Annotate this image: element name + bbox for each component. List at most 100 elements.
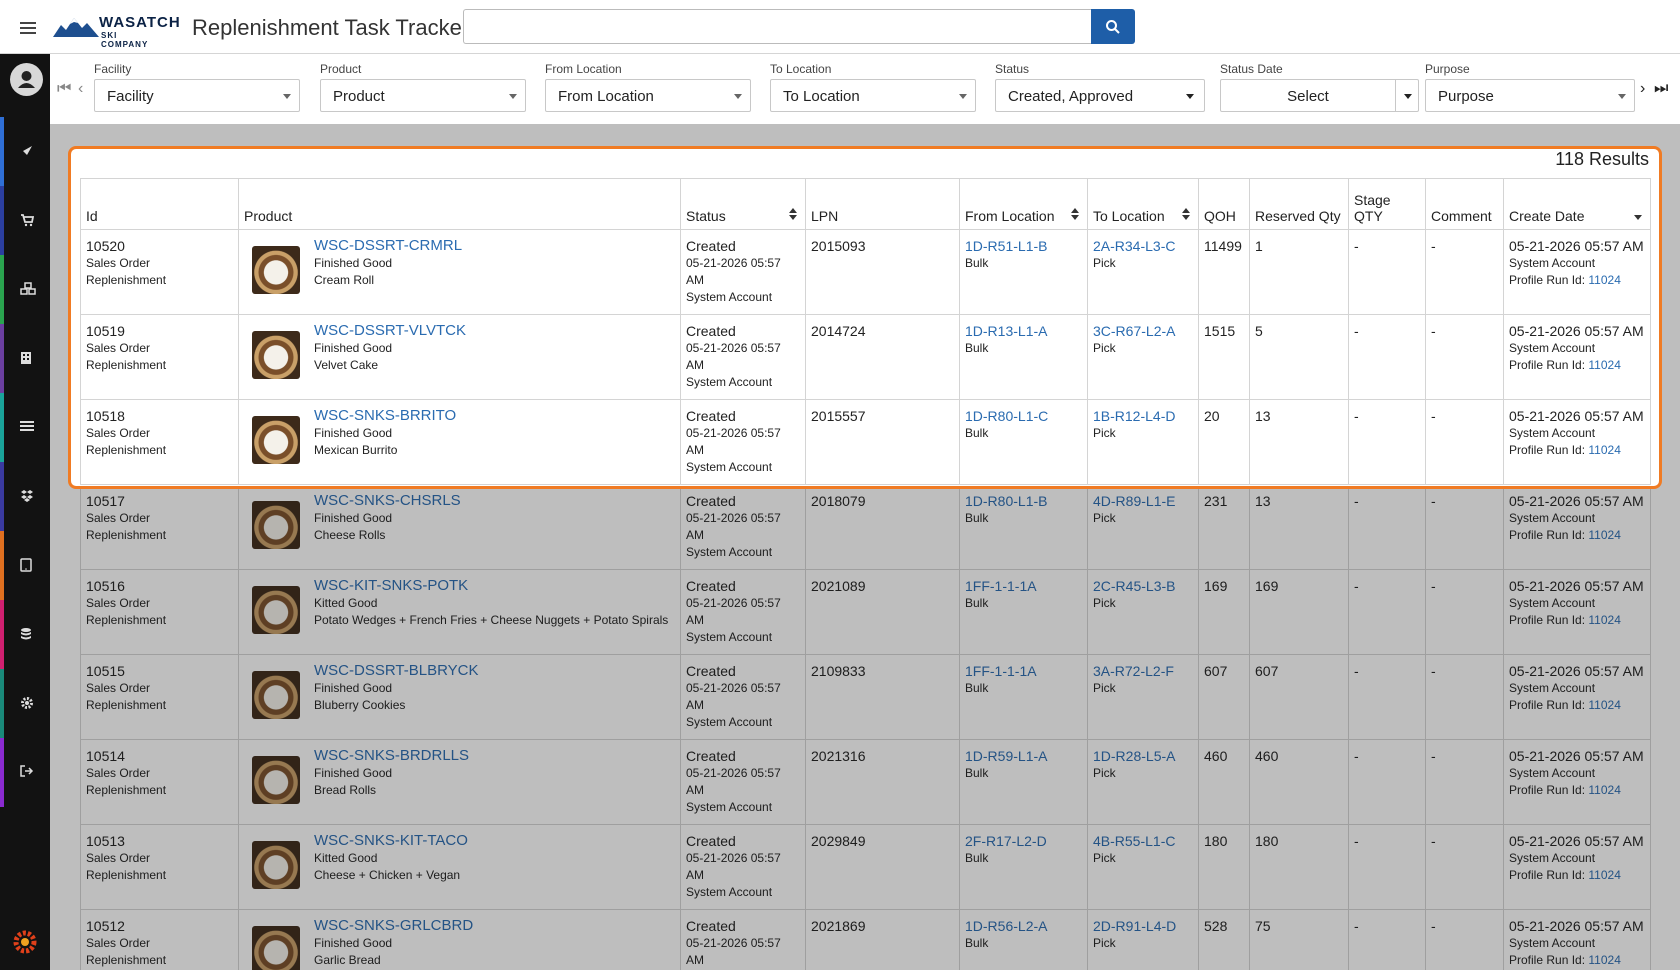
product-name: Cheese Rolls	[314, 528, 386, 542]
search-input[interactable]	[463, 9, 1092, 44]
column-header-id[interactable]: Id	[80, 178, 239, 230]
column-header-lpn[interactable]: LPN	[805, 178, 960, 230]
product-sku-link[interactable]: WSC-SNKS-KIT-TACO	[314, 832, 675, 850]
profile-run-link[interactable]: 11024	[1588, 783, 1620, 797]
to-location-link[interactable]: 3A-R72-L2-F	[1093, 662, 1193, 680]
product-sku-link[interactable]: WSC-DSSRT-BLBRYCK	[314, 662, 675, 680]
from-location-link[interactable]: 1D-R13-L1-A	[965, 322, 1082, 340]
product-sku-link[interactable]: WSC-SNKS-GRLCBRD	[314, 917, 675, 935]
product-sku-link[interactable]: WSC-SNKS-BRRITO	[314, 407, 675, 425]
sidebar-item-settings[interactable]	[0, 669, 50, 738]
from-location-link[interactable]: 1D-R59-L1-A	[965, 747, 1082, 765]
to-location-link[interactable]: 1D-R28-L5-A	[1093, 747, 1193, 765]
sidebar-item-devices[interactable]	[0, 531, 50, 600]
table-row[interactable]: 10516 Sales Order Replenishment WSC-KIT-S…	[80, 569, 1651, 655]
profile-run-label: Profile Run Id:	[1509, 358, 1586, 372]
profile-run-link[interactable]: 11024	[1588, 698, 1620, 712]
last-page-icon[interactable]: ⏭	[1654, 80, 1668, 98]
product-sku-link[interactable]: WSC-DSSRT-CRMRL	[314, 237, 675, 255]
profile-run-link[interactable]: 11024	[1588, 528, 1620, 542]
table-row[interactable]: 10513 Sales Order Replenishment WSC-SNKS-…	[80, 824, 1651, 910]
sidebar-item-inventory[interactable]	[0, 255, 50, 324]
column-header-product[interactable]: Product	[238, 178, 681, 230]
from-location-link[interactable]: 1FF-1-1-1A	[965, 577, 1082, 595]
sidebar-item-facilities[interactable]	[0, 324, 50, 393]
sidebar-item-data[interactable]	[0, 600, 50, 669]
table-row[interactable]: 10518 Sales Order Replenishment WSC-SNKS-…	[80, 399, 1651, 485]
table-row[interactable]: 10517 Sales Order Replenishment WSC-SNKS-…	[80, 484, 1651, 570]
user-avatar-icon[interactable]	[10, 63, 43, 96]
sort-desc-icon[interactable]	[1634, 215, 1642, 220]
from-location-link[interactable]: 1D-R56-L2-A	[965, 917, 1082, 935]
sidebar-item-orders[interactable]	[0, 186, 50, 255]
to-location-link[interactable]: 1B-R12-L4-D	[1093, 407, 1193, 425]
to-location-link[interactable]: 2D-R91-L4-D	[1093, 917, 1193, 935]
product-select[interactable]: Product	[320, 79, 526, 112]
filter-value: Product	[333, 88, 385, 105]
sort-icon[interactable]	[789, 208, 797, 220]
search-button[interactable]	[1091, 9, 1135, 44]
sidebar-item-launch[interactable]	[0, 117, 50, 186]
from-location-select[interactable]: From Location	[545, 79, 751, 112]
status-select[interactable]: Created, Approved	[995, 79, 1205, 112]
product-sku-link[interactable]: WSC-SNKS-CHSRLS	[314, 492, 675, 510]
table-row[interactable]: 10515 Sales Order Replenishment WSC-DSSRT…	[80, 654, 1651, 740]
hamburger-menu-icon[interactable]	[14, 16, 44, 40]
cell-from-location: 1D-R13-L1-ABulk	[959, 314, 1088, 400]
column-header-from-location[interactable]: From Location	[959, 178, 1088, 230]
cell-stage-qty: -	[1348, 484, 1426, 570]
status-date-select[interactable]: Select	[1220, 79, 1419, 112]
purpose-select[interactable]: Purpose	[1425, 79, 1635, 112]
product-sku-link[interactable]: WSC-KIT-SNKS-POTK	[314, 577, 675, 595]
first-page-icon[interactable]: ⏮	[57, 80, 71, 98]
cell-comment: -	[1425, 909, 1504, 970]
chevron-down-icon	[1618, 94, 1626, 99]
next-page-icon[interactable]: ›	[1640, 80, 1645, 98]
status-text: Created	[686, 663, 736, 679]
sidebar-item-shipping[interactable]	[0, 462, 50, 531]
sidebar-item-logout[interactable]	[0, 738, 50, 807]
to-location-link[interactable]: 4B-R55-L1-C	[1093, 832, 1193, 850]
sort-icon[interactable]	[1182, 208, 1190, 220]
profile-run-label: Profile Run Id:	[1509, 443, 1586, 457]
to-location-link[interactable]: 3C-R67-L2-A	[1093, 322, 1193, 340]
table-row[interactable]: 10520 Sales Order Replenishment WSC-DSSRT…	[80, 229, 1651, 315]
table-row[interactable]: 10512 Sales Order Replenishment WSC-SNKS-…	[80, 909, 1651, 970]
column-header-create-date[interactable]: Create Date	[1503, 178, 1651, 230]
column-header-reserved-qty[interactable]: Reserved Qty	[1249, 178, 1349, 230]
column-header-comment[interactable]: Comment	[1425, 178, 1504, 230]
to-location-link[interactable]: 4D-R89-L1-E	[1093, 492, 1193, 510]
to-location-link[interactable]: 2A-R34-L3-C	[1093, 237, 1193, 255]
profile-run-link[interactable]: 11024	[1588, 358, 1620, 372]
sidebar-item-lists[interactable]	[0, 393, 50, 462]
from-location-link[interactable]: 1D-R80-L1-B	[965, 492, 1082, 510]
from-location-link[interactable]: 1D-R51-L1-B	[965, 237, 1082, 255]
table-row[interactable]: 10519 Sales Order Replenishment WSC-DSSRT…	[80, 314, 1651, 400]
profile-run-link[interactable]: 11024	[1588, 953, 1620, 967]
prev-page-icon[interactable]: ‹	[78, 80, 83, 98]
column-header-status[interactable]: Status	[680, 178, 806, 230]
cell-from-location: 1D-R80-L1-B Bulk	[959, 484, 1088, 570]
facility-select[interactable]: Facility	[94, 79, 300, 112]
profile-run-link[interactable]: 11024	[1588, 613, 1620, 627]
cell-create-date: 05-21-2026 05:57 AM System Account Profile…	[1503, 229, 1651, 315]
table-row[interactable]: 10514 Sales Order Replenishment WSC-SNKS-…	[80, 739, 1651, 825]
from-location-link[interactable]: 1D-R80-L1-C	[965, 407, 1082, 425]
cell-reserved-qty: 607	[1249, 654, 1349, 740]
product-type: Finished Good	[314, 256, 393, 270]
profile-run-link[interactable]: 11024	[1588, 273, 1620, 287]
from-location-link[interactable]: 1FF-1-1-1A	[965, 662, 1082, 680]
product-sku-link[interactable]: WSC-DSSRT-VLVTCK	[314, 322, 675, 340]
column-header-to-location[interactable]: To Location	[1087, 178, 1199, 230]
cell-from-location: 1D-R56-L2-A Bulk	[959, 909, 1088, 970]
column-header-stage-qty[interactable]: Stage QTY	[1348, 178, 1426, 230]
sort-icon[interactable]	[1071, 208, 1079, 220]
to-location-link[interactable]: 2C-R45-L3-B	[1093, 577, 1193, 595]
to-location-select[interactable]: To Location	[770, 79, 976, 112]
product-thumbnail	[252, 841, 300, 889]
profile-run-link[interactable]: 11024	[1588, 868, 1620, 882]
profile-run-link[interactable]: 11024	[1588, 443, 1620, 457]
column-header-qoh[interactable]: QOH	[1198, 178, 1250, 230]
product-sku-link[interactable]: WSC-SNKS-BRDRLLS	[314, 747, 675, 765]
from-location-link[interactable]: 2F-R17-L2-D	[965, 832, 1082, 850]
